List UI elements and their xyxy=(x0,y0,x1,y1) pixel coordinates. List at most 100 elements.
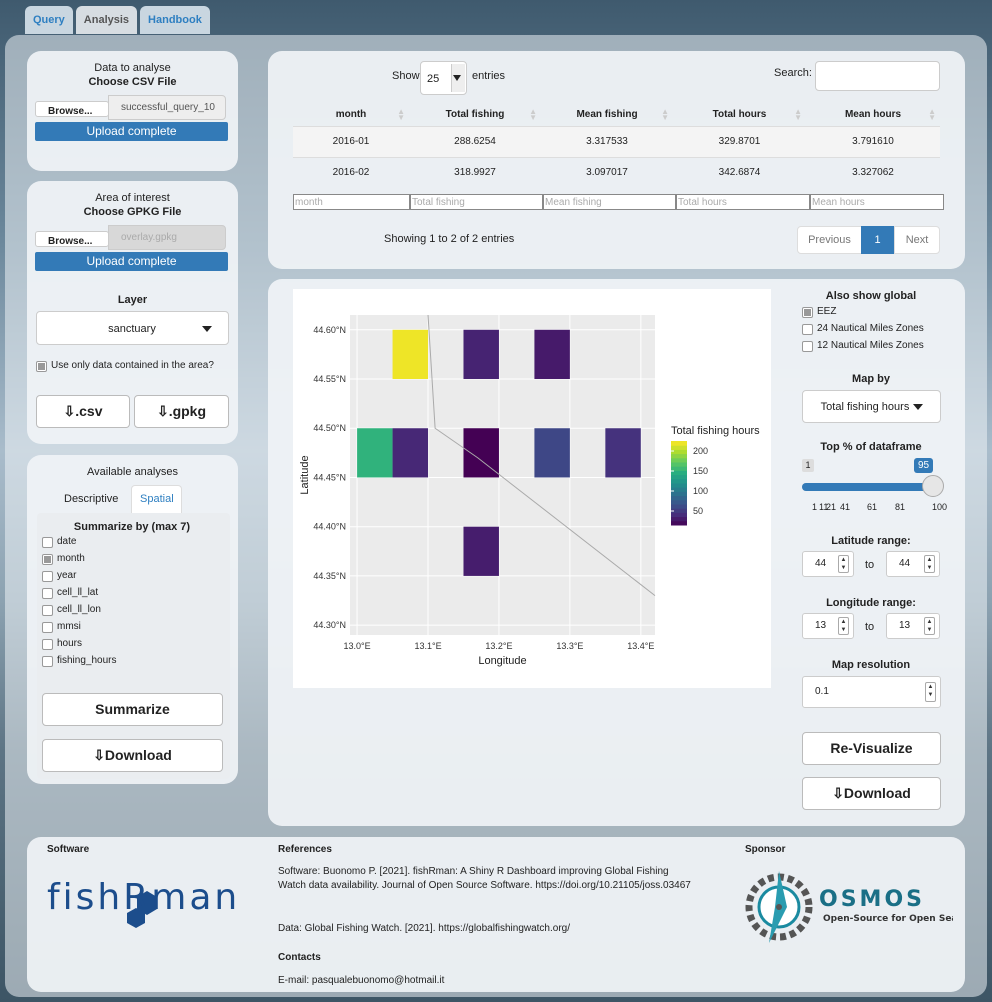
field-checkbox[interactable] xyxy=(42,639,53,650)
field-label: month xyxy=(57,553,85,564)
tab-analysis[interactable]: Analysis xyxy=(75,6,138,34)
lat-label: Latitude range: xyxy=(831,535,911,547)
field-checkbox[interactable] xyxy=(42,554,53,565)
page-1-button[interactable]: 1 xyxy=(861,226,894,254)
field-checkbox[interactable] xyxy=(42,656,53,667)
field-checkbox[interactable] xyxy=(42,571,53,582)
column-filter-input[interactable]: month xyxy=(293,194,410,210)
y-tick-label: 44.30°N xyxy=(313,620,346,630)
use-area-checkbox[interactable] xyxy=(36,361,47,372)
data-panel-subtitle: Choose CSV File xyxy=(88,76,177,88)
x-tick-label: 13.0°E xyxy=(344,641,371,651)
field-checkbox[interactable] xyxy=(42,537,53,548)
spinner-arrows-icon[interactable]: ▲ ▼ xyxy=(838,617,849,635)
revisualize-button[interactable]: Re-Visualize xyxy=(802,732,941,765)
column-filter-input[interactable]: Total hours xyxy=(676,194,810,210)
contacts-heading: Contacts xyxy=(278,952,321,963)
csv-download-button[interactable]: ⇩.csv xyxy=(36,395,130,428)
use-area-label: Use only data contained in the area? xyxy=(51,360,214,371)
lon-from-input[interactable]: 13 ▲ ▼ xyxy=(802,613,854,639)
browse-button[interactable]: Browse... xyxy=(35,231,109,247)
legend-tick-label: 150 xyxy=(693,466,708,476)
to-label: to xyxy=(865,621,875,633)
lat-from-input[interactable]: 44 ▲ ▼ xyxy=(802,551,854,577)
browse-button[interactable]: Browse... xyxy=(35,101,109,117)
summarize-button[interactable]: Summarize xyxy=(42,693,223,726)
resolution-value: 0.1 xyxy=(815,686,829,697)
y-tick-label: 44.50°N xyxy=(313,423,346,433)
file-name: overlay.gpkg xyxy=(108,225,226,250)
lon-to-input[interactable]: 13 ▲ ▼ xyxy=(886,613,940,639)
field-label: year xyxy=(57,570,77,581)
table-cell: 3.097017 xyxy=(586,167,628,179)
column-header[interactable]: Mean hours ▲ ▼ xyxy=(806,104,940,126)
heatmap-chart: 13.0°E 13.1°E 13.2°E 13.3°E 13.4°E 44.30°N 44.… xyxy=(299,314,760,667)
layer-checkbox[interactable] xyxy=(802,324,813,335)
gpkg-file-input: Browse... overlay.gpkg xyxy=(35,225,226,251)
lon-from-value: 13 xyxy=(815,620,827,631)
layer-checkbox[interactable] xyxy=(802,307,813,318)
table-cell: 3.327062 xyxy=(852,167,894,179)
layer-select[interactable]: sanctuary xyxy=(36,311,229,345)
layer-checkbox[interactable] xyxy=(802,341,813,352)
tab-query[interactable]: Query xyxy=(25,6,73,34)
gpkg-download-button[interactable]: ⇩.gpkg xyxy=(134,395,229,428)
legend-tick-label: 50 xyxy=(693,506,703,516)
slider-track[interactable] xyxy=(802,483,940,491)
field-checkbox[interactable] xyxy=(42,605,53,616)
column-filters: month Total fishing Mean fishing Total hour… xyxy=(293,194,944,210)
column-filter-input[interactable]: Total fishing xyxy=(410,194,543,210)
legend-title: Total fishing hours xyxy=(671,425,760,437)
next-button[interactable]: Next xyxy=(894,226,940,254)
legend-color-step xyxy=(671,466,687,471)
global-label: Also show global xyxy=(825,290,917,302)
column-header[interactable]: month ▲ ▼ xyxy=(293,104,409,126)
analyses-panel: Available analyses Descriptive Spatial S… xyxy=(27,455,238,784)
entries-select[interactable]: 25 xyxy=(420,61,467,95)
y-axis-label: Latitude xyxy=(299,455,311,494)
y-tick-label: 44.45°N xyxy=(313,472,346,482)
area-panel: Area of interest Choose GPKG File Browse… xyxy=(27,181,238,444)
resolution-input[interactable]: 0.1 ▲ ▼ xyxy=(802,676,941,708)
spinner-arrows-icon[interactable]: ▲ ▼ xyxy=(925,682,936,702)
map-download-button[interactable]: ⇩Download xyxy=(802,777,941,810)
lat-to-input[interactable]: 44 ▲ ▼ xyxy=(886,551,940,577)
area-panel-title: Area of interest xyxy=(95,192,170,204)
field-checkbox[interactable] xyxy=(42,622,53,633)
column-filter-input[interactable]: Mean hours xyxy=(810,194,944,210)
column-header[interactable]: Total hours ▲ ▼ xyxy=(673,104,806,126)
slider-fill xyxy=(802,483,934,491)
column-header[interactable]: Total fishing ▲ ▼ xyxy=(409,104,541,126)
spinner-arrows-icon[interactable]: ▲ ▼ xyxy=(924,617,935,635)
column-header[interactable]: Mean fishing ▲ ▼ xyxy=(541,104,673,126)
lat-to-value: 44 xyxy=(899,558,911,569)
tab-descriptive[interactable]: Descriptive xyxy=(64,493,118,505)
contact-email[interactable]: E-mail: pasqualebuonomo@hotmail.it xyxy=(278,974,444,988)
column-header-label: Total fishing xyxy=(445,109,505,121)
tab-spatial[interactable]: Spatial xyxy=(140,493,174,505)
spinner-arrows-icon[interactable]: ▲ ▼ xyxy=(924,555,935,573)
previous-button[interactable]: Previous xyxy=(797,226,862,254)
legend-color-step xyxy=(671,520,687,526)
chevron-down-icon xyxy=(913,404,923,410)
entries-label: entries xyxy=(472,70,506,82)
legend-color-step xyxy=(671,495,687,501)
heatmap-cell xyxy=(534,428,570,478)
download-button[interactable]: ⇩Download xyxy=(42,739,223,772)
sort-icon: ▲ ▼ xyxy=(529,107,537,122)
column-filter-input[interactable]: Mean fishing xyxy=(543,194,676,210)
slider-value-badge: 95 xyxy=(914,458,933,473)
field-checkbox[interactable] xyxy=(42,588,53,599)
legend-color-step xyxy=(671,462,687,467)
search-input[interactable] xyxy=(815,61,940,91)
to-label: to xyxy=(865,559,875,571)
tab-handbook[interactable]: Handbook xyxy=(140,6,210,34)
x-tick-label: 13.2°E xyxy=(485,641,512,651)
csv-file-input: Browse... successful_query_10 xyxy=(35,95,226,121)
map-by-select[interactable]: Total fishing hours xyxy=(802,390,941,423)
legend-color-step xyxy=(671,445,687,450)
spinner-arrows-icon[interactable]: ▲ ▼ xyxy=(838,555,849,573)
software-heading: Software xyxy=(47,844,90,855)
table-cell: 2016-02 xyxy=(332,167,370,179)
slider-handle[interactable] xyxy=(922,475,945,497)
